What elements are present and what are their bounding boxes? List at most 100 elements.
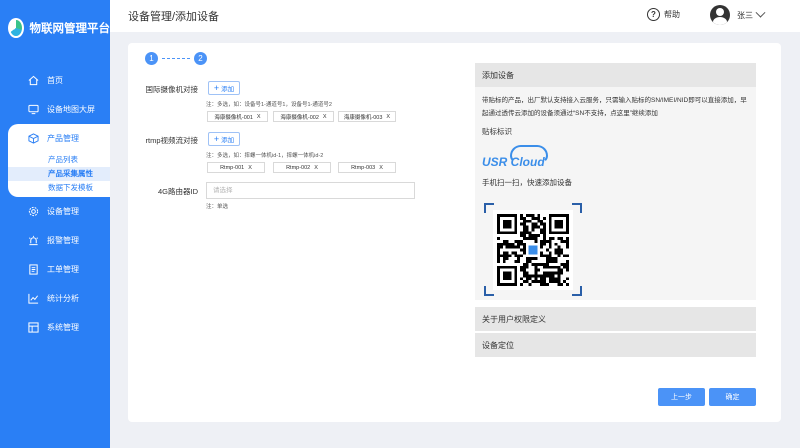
qr-module: [528, 234, 532, 238]
qr-module: [545, 283, 549, 286]
user-menu[interactable]: 张三: [710, 5, 766, 25]
sidebar-item-work-orders[interactable]: 工单管理: [0, 255, 110, 284]
qr-module: [566, 239, 569, 243]
qr-module: [545, 257, 549, 261]
submenu-item-data-template[interactable]: 数据下发模板: [8, 181, 110, 195]
qr-module: [537, 216, 541, 220]
qr-module: [525, 214, 529, 217]
qr-module: [554, 242, 558, 246]
qr-module: [557, 271, 561, 275]
qr-module: [557, 251, 561, 255]
alarm-icon: [28, 235, 39, 246]
qr-module: [497, 248, 500, 252]
add-rtmp-button[interactable]: + 添加: [208, 132, 240, 146]
remove-chip-icon[interactable]: X: [379, 165, 383, 171]
brand-title: 物联网管理平台: [29, 23, 111, 35]
qr-module: [502, 251, 506, 255]
plus-icon: +: [213, 134, 220, 144]
add-camera-button[interactable]: + 添加: [208, 81, 240, 95]
qr-module: [531, 228, 535, 232]
remove-chip-icon[interactable]: X: [257, 114, 261, 120]
qr-module: [551, 280, 555, 284]
router-id-select[interactable]: [206, 182, 415, 199]
qr-module: [537, 274, 541, 278]
qr-module: [543, 265, 546, 269]
qr-module: [557, 248, 561, 252]
remove-chip-icon[interactable]: X: [323, 114, 327, 120]
panel-header-device-location[interactable]: 设备定位: [475, 333, 756, 357]
qr-module: [540, 219, 544, 223]
chip-label: Rtmp-003: [351, 164, 376, 171]
products-submenu: 产品列表 产品采集属性 数据下发模板: [8, 153, 110, 197]
qr-module: [499, 245, 503, 249]
sidebar-item-alarms[interactable]: 报警管理: [0, 226, 110, 255]
qr-module: [548, 254, 552, 258]
rtmp-label: rtmp视频流对接: [145, 136, 199, 145]
qr-module: [548, 260, 552, 263]
qr-module: [543, 225, 546, 229]
qr-module: [543, 283, 546, 286]
qr-module: [534, 262, 538, 266]
prev-step-button[interactable]: 上一步: [658, 388, 705, 406]
submenu-item-product-list[interactable]: 产品列表: [8, 153, 110, 167]
qr-module: [537, 234, 541, 238]
qr-module: [543, 222, 546, 226]
qr-module: [525, 265, 529, 269]
qr-module: [548, 242, 552, 246]
remove-chip-icon[interactable]: X: [386, 114, 390, 120]
qr-module: [522, 237, 526, 240]
qr-module: [531, 257, 535, 261]
router-label: 4G路由器ID: [157, 187, 198, 196]
submenu-item-collect-attrs[interactable]: 产品采集属性: [8, 167, 110, 181]
qr-module: [522, 274, 526, 278]
plus-icon: +: [213, 83, 220, 93]
remove-chip-icon[interactable]: X: [314, 165, 318, 171]
platform-logo: [8, 18, 24, 38]
remove-chip-icon[interactable]: X: [248, 165, 252, 171]
sidebar-item-products[interactable]: 产品管理: [8, 124, 110, 153]
qr-module: [540, 222, 544, 226]
qr-module: [522, 271, 526, 275]
qr-module: [543, 231, 546, 235]
sidebar-item-map-screen[interactable]: 设备地图大屏: [0, 95, 110, 124]
qr-module: [566, 260, 569, 263]
qr-module: [534, 277, 538, 281]
qr-module: [566, 254, 569, 258]
qr-module: [505, 239, 509, 243]
qr-module: [540, 280, 544, 284]
camera-chip: 海康摄像机-002 X: [273, 111, 334, 122]
sidebar-item-label: 系统管理: [47, 323, 79, 332]
qr-module: [543, 234, 546, 238]
qr-module: [502, 254, 506, 258]
qr-module: [520, 268, 523, 272]
help-label: 帮助: [664, 10, 680, 19]
sidebar-item-system[interactable]: 系统管理: [0, 313, 110, 342]
qr-module: [531, 216, 535, 220]
confirm-button[interactable]: 确定: [709, 388, 756, 406]
rtmp-chip: Rtmp-002 X: [273, 162, 331, 173]
qr-module: [520, 277, 523, 281]
qr-module: [548, 245, 552, 249]
qr-module: [511, 245, 515, 249]
qr-module: [517, 257, 521, 261]
qr-module: [560, 237, 564, 240]
qr-module: [517, 260, 521, 263]
qr-module: [566, 245, 569, 249]
qr-module: [557, 265, 561, 269]
qr-module: [517, 242, 521, 246]
sidebar-item-label: 设备管理: [47, 207, 79, 216]
panel-header-user-permissions[interactable]: 关于用户权限定义: [475, 307, 756, 331]
help-button[interactable]: ? 帮助: [647, 8, 680, 21]
sidebar-item-devices[interactable]: 设备管理: [0, 197, 110, 226]
qr-module: [520, 216, 523, 220]
qr-module: [554, 257, 558, 261]
sidebar-item-home[interactable]: 首页: [0, 66, 110, 95]
qr-module: [522, 245, 526, 249]
brand[interactable]: 物联网管理平台: [0, 0, 110, 56]
panel-header-add-device[interactable]: 添加设备: [475, 63, 756, 87]
sidebar-item-statistics[interactable]: 统计分析: [0, 284, 110, 313]
qr-module: [566, 262, 569, 266]
qr-module: [528, 260, 532, 263]
qr-module: [554, 265, 558, 269]
qr-module: [548, 257, 552, 261]
